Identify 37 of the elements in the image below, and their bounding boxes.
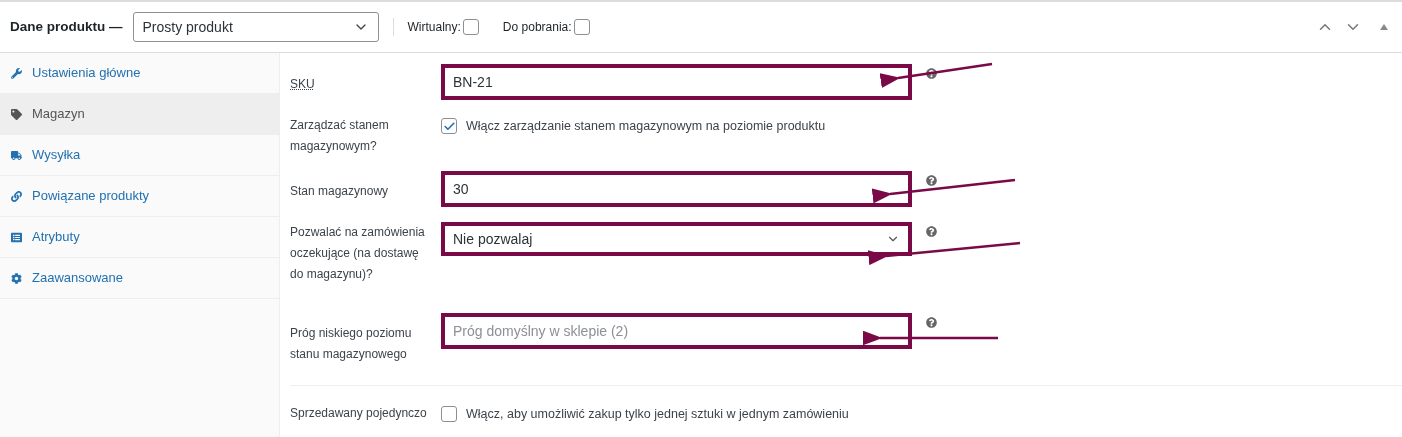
checkbox[interactable]: [462, 19, 479, 35]
option-label: Do pobrania:: [502, 19, 572, 36]
collapse-button[interactable]: [1380, 24, 1388, 30]
select-field[interactable]: Nie pozwalaj: [441, 222, 912, 256]
sidebar-tab[interactable]: Zaawansowane: [0, 258, 279, 299]
help-icon[interactable]: [926, 68, 937, 79]
sidebar-tab[interactable]: Powiązane produkty: [0, 176, 279, 217]
list-icon: [11, 231, 22, 243]
checkbox-label: Włącz, aby umożliwić zakup tylko jednej sztuki w jednym zamówieniu: [466, 406, 849, 423]
product-type-select[interactable]: Prosty produkt: [132, 12, 379, 42]
field-label: Stan magazynowy: [290, 183, 390, 200]
sidebar-tab[interactable]: Magazyn: [0, 94, 279, 135]
checkbox-label: Włącz zarządzanie stanem magazynowym na poziomie produktu: [466, 118, 826, 135]
help-icon[interactable]: [926, 317, 937, 328]
help-icon[interactable]: [926, 175, 937, 186]
field-label: Próg niskiego poziomu stanu magazynowego: [290, 325, 413, 363]
input-field[interactable]: 30: [441, 171, 912, 207]
field-label: Pozwalać na zamówienia oczekujące (na dostawę do magazynu)?: [290, 224, 426, 283]
wrench-icon: [11, 67, 22, 79]
input-field[interactable]: BN-21: [441, 64, 912, 100]
help-icon[interactable]: [926, 226, 937, 237]
checkbox[interactable]: [573, 19, 590, 35]
field-label: Sprzedawany pojedynczo: [290, 405, 428, 422]
gear-icon: [11, 272, 22, 284]
checkbox[interactable]: [441, 118, 457, 135]
sidebar-tab[interactable]: Wysyłka: [0, 135, 279, 176]
field-label: Zarządzać stanem magazynowym?: [290, 117, 390, 155]
option-label: Wirtualny:: [407, 19, 461, 36]
link-icon: [11, 190, 22, 202]
panel-title: Dane produktu —: [10, 17, 123, 36]
truck-icon: [11, 149, 22, 161]
check-icon: [442, 119, 456, 133]
tag-icon: [11, 108, 22, 120]
checkbox[interactable]: [441, 406, 457, 423]
field-label: SKU: [290, 76, 316, 93]
input-field[interactable]: Próg domyślny w sklepie (2): [441, 313, 912, 349]
sidebar-tab[interactable]: Atrybuty: [0, 217, 279, 258]
